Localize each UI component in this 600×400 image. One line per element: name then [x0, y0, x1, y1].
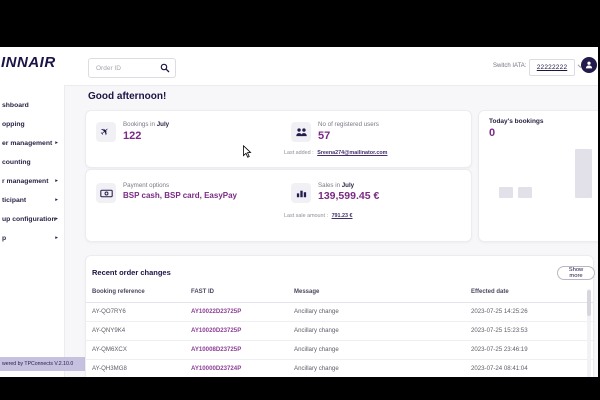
user-avatar[interactable]	[581, 57, 597, 73]
users-icon	[295, 127, 308, 137]
last-added-email[interactable]: Sreena274@mailinator.com	[317, 150, 387, 156]
scrollbar-thumb[interactable]	[587, 290, 591, 316]
sidebar-item-shopping[interactable]: opping	[0, 115, 64, 134]
payments-label: Payment options	[123, 182, 169, 189]
table-row: AY-QO7RY6 AY10022D23725P Ancillary chang…	[86, 302, 593, 322]
booking-reference: AY-QH3MG8	[92, 365, 127, 372]
switch-iata-label: Switch IATA:	[493, 63, 526, 69]
stats-card-top-row: ✈ Bookings in July 122 No of registered …	[85, 110, 472, 168]
table-row: AY-QNY9K4 AY10020D23725P Ancillary chang…	[86, 321, 593, 341]
sidebar-item-user-management[interactable]: r management ▸	[0, 172, 64, 191]
message-cell: Ancillary change	[294, 308, 339, 315]
chevron-right-icon: ▸	[55, 134, 58, 153]
fast-id-link[interactable]: AY10020D23725P	[191, 327, 241, 334]
last-added-row: Last added : Sreena274@mailinator.com	[284, 150, 387, 156]
iata-select[interactable]: 22222222	[529, 59, 575, 76]
chevron-right-icon: ▸	[55, 191, 58, 210]
order-id-search	[88, 58, 176, 78]
sales-chart-icon	[296, 188, 307, 198]
greeting-title: Good afternoon!	[88, 91, 166, 102]
bookings-value: 122	[123, 130, 141, 142]
fast-id-link[interactable]: AY10008D23725P	[191, 346, 241, 353]
recent-order-changes-title: Recent order changes	[92, 268, 171, 277]
table-header-row: Booking reference FAST ID Message Effect…	[86, 289, 593, 302]
bookings-label: Bookings in July	[123, 121, 169, 128]
effected-date-cell: 2023-07-25 15:23:53	[471, 327, 528, 334]
show-more-button[interactable]: Show more	[557, 266, 595, 280]
person-icon	[584, 60, 594, 70]
sidebar-item-group-configuration[interactable]: up configuration ▸	[0, 210, 64, 229]
payments-value: BSP cash, BSP card, EasyPay	[123, 191, 237, 200]
fast-id-link[interactable]: AY10022D23725P	[191, 308, 241, 315]
col-effected-date: Effected date	[471, 289, 509, 295]
mini-chart-bar	[518, 187, 532, 198]
banknote-icon	[100, 189, 113, 198]
mini-chart-bar	[499, 187, 513, 198]
mouse-cursor	[243, 145, 252, 158]
todays-bookings-value: 0	[489, 127, 495, 139]
sidebar-item-participant[interactable]: ticipant ▸	[0, 191, 64, 210]
booking-reference: AY-QO7RY6	[92, 308, 126, 315]
users-value: 57	[318, 130, 330, 142]
last-sale-row: Last sale amount : 791.23 €	[284, 213, 353, 219]
recent-order-changes-card: Recent order changes Show more Booking r…	[85, 255, 594, 377]
payments-tile-icon-box	[96, 183, 116, 203]
sidebar-item-markup[interactable]: p ▸	[0, 229, 64, 248]
effected-date-cell: 2023-07-25 23:46:19	[471, 346, 528, 353]
screenshot-stage: INNAIR Switch IATA: 22222222	[0, 0, 600, 400]
effected-date-cell: 2023-07-25 14:25:26	[471, 308, 528, 315]
col-message: Message	[294, 289, 319, 295]
app-window: INNAIR Switch IATA: 22222222	[0, 47, 598, 377]
col-booking-reference: Booking reference	[92, 289, 145, 295]
message-cell: Ancillary change	[294, 346, 339, 353]
sales-label: Sales in July	[318, 182, 354, 189]
todays-bookings-title: Today's bookings	[489, 118, 544, 125]
sidebar-item-accounting[interactable]: counting	[0, 153, 64, 172]
chevron-right-icon: ▸	[55, 229, 58, 248]
finnair-logo: INNAIR	[1, 54, 56, 71]
message-cell: Ancillary change	[294, 327, 339, 334]
sidebar-item-order-management[interactable]: er management ▸	[0, 134, 64, 153]
chevron-right-icon: ▸	[55, 172, 58, 191]
mini-chart-bar	[575, 149, 592, 198]
search-input[interactable]	[94, 60, 160, 76]
message-cell: Ancillary change	[294, 365, 339, 372]
effected-date-cell: 2023-07-24 08:41:04	[471, 365, 528, 372]
booking-reference: AY-QM6XCX	[92, 346, 127, 353]
col-fast-id: FAST ID	[191, 289, 214, 295]
chevron-right-icon: ▸	[55, 210, 58, 229]
table-row: AY-QH3MG8 AY10000D23724P Ancillary chang…	[86, 359, 593, 377]
bookings-tile-icon-box: ✈	[96, 122, 116, 142]
booking-reference: AY-QNY9K4	[92, 327, 125, 334]
sidebar-item-dashboard[interactable]: shboard	[0, 96, 64, 115]
table-scrollbar[interactable]	[587, 289, 591, 377]
table-row: AY-QM6XCX AY10008D23725P Ancillary chang…	[86, 340, 593, 360]
sidebar-nav: shboard opping er management ▸ counting …	[0, 85, 65, 377]
airplane-icon: ✈	[99, 125, 113, 139]
fast-id-link[interactable]: AY10000D23724P	[191, 365, 241, 372]
todays-bookings-card: Today's bookings 0	[478, 110, 598, 242]
sales-tile-icon-box	[291, 183, 311, 203]
users-tile-icon-box	[291, 122, 311, 142]
last-sale-amount: 791.23 €	[332, 213, 353, 219]
search-icon[interactable]	[160, 63, 170, 73]
users-label: No of registered users	[318, 121, 379, 128]
sales-value: 139,599.45 €	[318, 190, 379, 202]
stats-card-bottom-row: Payment options BSP cash, BSP card, Easy…	[85, 169, 472, 242]
top-bar: INNAIR Switch IATA: 22222222	[0, 47, 598, 86]
